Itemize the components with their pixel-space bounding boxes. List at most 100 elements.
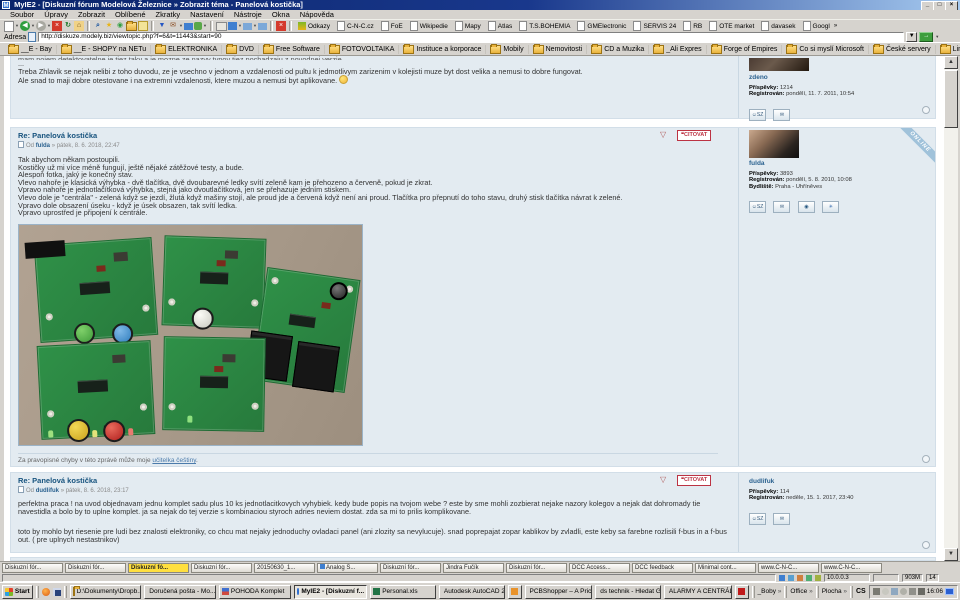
private-message-button[interactable]: ☺ SZ (749, 512, 766, 525)
author-link[interactable]: dudlifuk (36, 488, 59, 494)
go-options-icon[interactable]: ▼ (935, 32, 939, 42)
tray-icon-3[interactable] (890, 588, 898, 595)
quicklink-gmelectronic[interactable]: GMElectronic (574, 21, 629, 31)
new-page-dropdown-icon[interactable]: ▼ (15, 21, 19, 31)
tab-cnc-2[interactable]: www.C-N-C... (821, 563, 882, 573)
private-message-button[interactable]: ☺ SZ (749, 108, 766, 121)
folders-icon[interactable] (126, 20, 137, 31)
task-alarmy[interactable]: ALARMY A CENTRÁL... (663, 584, 732, 599)
report-post-icon[interactable]: ▽ (660, 131, 666, 139)
tab-cnc-1[interactable]: www.C-N-C... (758, 563, 819, 573)
task-myie2-active[interactable]: MyIE2 - [Diskuzní f... (293, 584, 368, 599)
search-icon[interactable]: ⌕ (93, 21, 103, 31)
quicklink-davasek[interactable]: davasek (758, 21, 798, 31)
status-sound-icon[interactable] (815, 575, 821, 581)
task-pohoda[interactable]: POHODA Komplet (218, 584, 291, 599)
task-mail-inbox[interactable]: Doručená pošta - Mo... (144, 584, 216, 599)
stop-icon[interactable]: × (52, 21, 62, 31)
favbar-item[interactable]: DVD (222, 43, 259, 54)
quote-button[interactable]: ❝ CITOVAT (677, 130, 712, 141)
go-button[interactable]: → (919, 32, 934, 42)
tab-diskuzni-4[interactable]: Diskuzní fór... (380, 563, 441, 573)
email-button[interactable]: ✉ (773, 201, 791, 214)
scroll-down-icon[interactable]: ▼ (944, 548, 958, 561)
tab-diskuzni-1[interactable]: Diskuzní fór... (2, 563, 63, 573)
plugins-icon[interactable] (194, 22, 202, 30)
forward-icon[interactable]: ▶ (36, 21, 46, 31)
status-filter-icon[interactable] (788, 575, 794, 581)
favbar-item[interactable]: CD a Muzika (587, 43, 650, 54)
task-icon-only[interactable] (507, 584, 522, 599)
quicklink-foe[interactable]: FoE (378, 21, 406, 31)
menu-nastroje[interactable]: Nástroje (230, 10, 266, 19)
post-title[interactable]: Re: Panelová kostička (18, 476, 97, 485)
task-folder-dropbox[interactable]: D:\Dokumenty\Dropb... (69, 584, 142, 599)
screen-icon[interactable] (184, 22, 193, 30)
favbar-item[interactable]: ELEKTRONIKA (151, 43, 223, 54)
favbar-item[interactable]: Free Software (259, 43, 325, 54)
scroll-up-icon[interactable]: ▲ (944, 56, 958, 69)
favbar-item[interactable]: _Ali Expres (649, 43, 707, 54)
favbar-item[interactable]: České servery (869, 43, 936, 54)
status-script-icon[interactable] (806, 575, 812, 581)
links-overflow-chevron-icon[interactable]: » (834, 23, 837, 29)
menu-oblibene[interactable]: Oblíbené (111, 10, 149, 19)
language-indicator[interactable]: CS (856, 588, 866, 595)
quicklink-tsbohemia[interactable]: T.S.BOHEMIA (516, 21, 573, 31)
mail-dropdown-icon[interactable]: ▼ (179, 21, 183, 31)
quicklink-cnc[interactable]: C-N-C.cz (334, 21, 377, 31)
address-input[interactable]: http://diskuze.modely.biz/viewtopic.php?… (38, 32, 905, 42)
tab-minimal[interactable]: Minimal cont... (695, 563, 756, 573)
email-button[interactable]: ✉ (773, 512, 791, 525)
toolbar-office[interactable]: Office » (790, 588, 812, 595)
quicklink-atlas[interactable]: Atlas (485, 21, 515, 31)
favbar-item[interactable]: __E - SHOPY na NETu (57, 43, 152, 54)
tab-analog[interactable]: Analog S... (317, 563, 378, 573)
vertical-scrollbar[interactable]: ▲ ▼ (944, 56, 958, 561)
favbar-item[interactable]: Co si myslí Microsoft (782, 43, 869, 54)
menu-nastaveni[interactable]: Nastavení (186, 10, 228, 19)
menu-soubor[interactable]: Soubor (6, 10, 38, 19)
tray-volume-icon[interactable] (917, 588, 925, 595)
task-autocad[interactable]: Autodesk AutoCAD 2... (438, 584, 505, 599)
quote-button[interactable]: ❝ CITOVAT (677, 475, 712, 486)
back-icon[interactable]: ◀ (20, 21, 30, 31)
top-of-page-icon[interactable] (922, 106, 930, 114)
quicklink-servis24[interactable]: SERVIS 24 (630, 21, 679, 31)
favbar-item[interactable]: Mobily (486, 43, 529, 54)
tab-image-file[interactable]: 20150630_1... (254, 563, 315, 573)
tab-jindra-fucik[interactable]: Jindra Fučík (443, 563, 504, 573)
toolbar-plocha[interactable]: Plocha » (822, 588, 847, 595)
favbar-item[interactable]: Instituce a korporace (399, 43, 487, 54)
quicklink-wikipedie[interactable]: Wikipedie (407, 21, 451, 31)
favbar-item[interactable]: FOTOVOLTAIKA (325, 43, 400, 54)
tab-dcc-access[interactable]: DCC Access... (569, 563, 630, 573)
tab-diskuzni-3[interactable]: Diskuzní fór... (191, 563, 252, 573)
home-icon[interactable]: ⌂ (74, 21, 84, 31)
minipost-icon[interactable] (18, 141, 24, 148)
start-button[interactable]: Start (2, 584, 33, 599)
refresh-icon[interactable]: ↻ (63, 21, 73, 31)
collector-icon[interactable] (258, 22, 267, 30)
media-icon[interactable] (243, 22, 252, 30)
private-message-button[interactable]: ☺ SZ (749, 201, 766, 214)
menu-napoveda[interactable]: Nápověda (296, 10, 338, 19)
task-pcbshopper[interactable]: PCBShopper – A Pric... (524, 584, 593, 599)
forward-dropdown-icon[interactable]: ▼ (47, 21, 51, 31)
favbar-item[interactable]: Forge of Empires (707, 43, 783, 54)
status-images-icon[interactable] (797, 575, 803, 581)
favbar-item[interactable]: Nemovitosti (529, 43, 588, 54)
author-link[interactable]: fulda (36, 143, 50, 149)
quicklink-mapy[interactable]: Mapy (452, 21, 484, 31)
menu-zobrazit[interactable]: Zobrazit (74, 10, 109, 19)
firefox-icon[interactable] (41, 587, 50, 596)
network-icon[interactable] (945, 588, 955, 595)
toolbar-boby[interactable]: _Boby » (758, 588, 782, 595)
tray-icon-5[interactable] (908, 588, 916, 595)
menu-upravy[interactable]: Úpravy (40, 10, 72, 19)
tab-diskuzni-active[interactable]: Diskuzní fó... (128, 563, 189, 573)
tray-icon-4[interactable] (899, 588, 907, 595)
address-dropdown-icon[interactable]: ▼ (906, 32, 918, 42)
post-title[interactable]: Re: Panelová kostička (18, 131, 97, 140)
favbar-item[interactable]: Links (936, 43, 960, 54)
